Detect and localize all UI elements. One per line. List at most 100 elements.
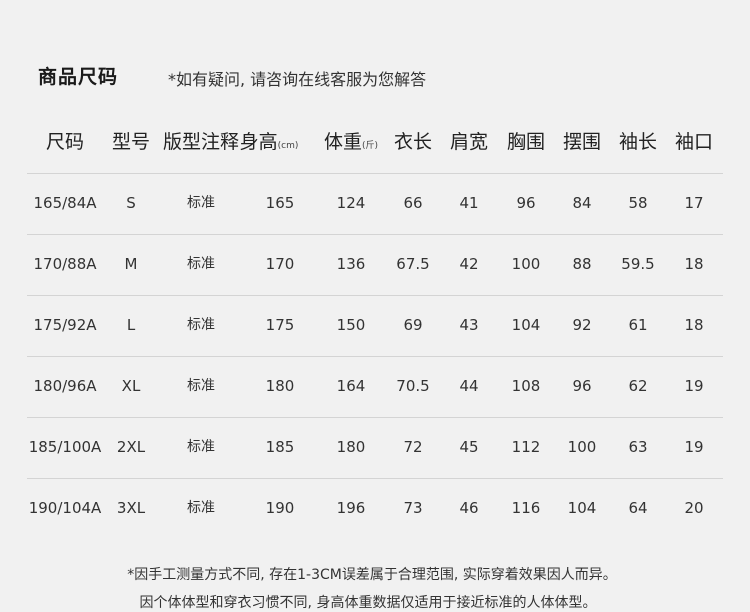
column-header-7: 胸围 [507,127,545,154]
column-header-label: 体重 [323,131,362,153]
table-cell: S [126,194,136,212]
table-cell: 108 [511,377,541,395]
column-header-5: 衣长 [394,127,432,154]
table-cell: 43 [459,316,479,334]
table-cell: 69 [403,316,423,334]
table-cell: 标准 [187,256,215,272]
table-cell: 104 [511,316,541,334]
column-header-label: 衣长 [393,131,433,153]
table-cell: 标准 [187,317,215,333]
column-header-10: 袖口 [675,127,713,154]
column-header-label: 胸围 [506,131,546,153]
table-row: 190/104A 3XL 标准 190 196 73 46 116 104 64 20 [27,478,723,539]
table-cell: 42 [459,255,479,273]
column-header-unit: (cm) [277,141,299,151]
table-cell: 61 [628,316,648,334]
table-cell: 112 [511,438,541,456]
table-row: 165/84A S 标准 165 124 66 41 96 84 58 17 [27,173,723,234]
table-cell: 164 [336,377,366,395]
table-cell: 100 [567,438,597,456]
table-cell: 100 [511,255,541,273]
table-cell: 62 [628,377,648,395]
table-cell: 96 [572,377,592,395]
table-cell: 19 [684,377,704,395]
column-header-6: 肩宽 [450,127,488,154]
table-cell: 19 [684,438,704,456]
table-cell: 18 [684,316,704,334]
page-subtitle: *如有疑问, 请咨询在线客服为您解答 [168,70,427,89]
table-cell: 20 [684,499,704,517]
table-cell: 165/84A [33,194,97,212]
table-cell: 190 [265,499,295,517]
table-cell: 196 [336,499,366,517]
table-cell: 标准 [187,195,215,211]
table-cell: 92 [572,316,592,334]
table-cell: 标准 [187,439,215,455]
table-cell: 3XL [116,499,146,517]
table-cell: 185/100A [28,438,102,456]
table-cell: 124 [336,194,366,212]
table-cell: 180/96A [33,377,97,395]
column-header-0: 尺码 [46,127,84,154]
size-table-body: 165/84A S 标准 165 124 66 41 96 84 58 17 170/88A M 标准 17… [27,173,723,539]
table-cell: 66 [403,194,423,212]
table-cell: 136 [336,255,366,273]
table-cell: 116 [511,499,541,517]
table-row: 175/92A L 标准 175 150 69 43 104 92 61 18 [27,295,723,356]
table-cell: 185 [265,438,295,456]
table-cell: 84 [572,194,592,212]
table-cell: 45 [459,438,479,456]
column-header-label: 版型注释 [162,131,240,153]
table-cell: 165 [265,194,295,212]
table-cell: 72 [403,438,423,456]
table-cell: 70.5 [396,377,430,395]
table-row: 180/96A XL 标准 180 164 70.5 44 108 96 62 19 [27,356,723,417]
table-cell: 2XL [116,438,146,456]
table-cell: 46 [459,499,479,517]
column-header-label: 型号 [111,131,151,153]
table-cell: 104 [567,499,597,517]
table-cell: 标准 [187,378,215,394]
column-header-1: 型号 [112,127,150,154]
table-cell: 59.5 [621,255,655,273]
table-cell: 170/88A [33,255,97,273]
table-cell: XL [121,377,141,395]
column-header-3: 身高(cm) [240,127,299,154]
table-cell: 17 [684,194,704,212]
column-header-label: 身高 [239,131,278,153]
column-header-9: 袖长 [619,127,657,154]
table-row: 185/100A 2XL 标准 185 180 72 45 112 100 63 19 [27,417,723,478]
column-header-4: 体重(斤) [324,127,378,154]
column-header-label: 袖长 [618,131,658,153]
table-cell: 190/104A [28,499,102,517]
table-cell: 150 [336,316,366,334]
column-header-8: 摆围 [563,127,601,154]
footer-note-1: *因手工测量方式不同, 存在1-3CM误差属于合理范围, 实际穿着效果因人而异。 [127,567,617,583]
table-cell: L [126,316,136,334]
table-cell: 96 [516,194,536,212]
table-cell: 88 [572,255,592,273]
table-cell: 58 [628,194,648,212]
table-cell: 175/92A [33,316,97,334]
table-cell: 64 [628,499,648,517]
table-cell: 41 [459,194,479,212]
size-table-header: 尺码 型号 版型注释 身高(cm) 体重(斤) 衣长 肩宽 胸围 摆围 袖长 袖口 [0,127,750,157]
column-header-label: 摆围 [562,131,602,153]
table-cell: 18 [684,255,704,273]
table-cell: 73 [403,499,423,517]
column-header-unit: (斤) [361,141,379,151]
table-cell: 67.5 [396,255,430,273]
column-header-label: 尺码 [45,131,85,153]
table-cell: 180 [336,438,366,456]
table-cell: 44 [459,377,479,395]
table-cell: M [124,255,138,273]
table-cell: 170 [265,255,295,273]
table-cell: 63 [628,438,648,456]
page-title: 商品尺码 [38,66,119,88]
column-header-label: 袖口 [674,131,714,153]
table-cell: 180 [265,377,295,395]
column-header-2: 版型注释 [163,127,239,154]
table-row: 170/88A M 标准 170 136 67.5 42 100 88 59.5 18 [27,234,723,295]
table-cell: 175 [265,316,295,334]
table-cell: 标准 [187,500,215,516]
